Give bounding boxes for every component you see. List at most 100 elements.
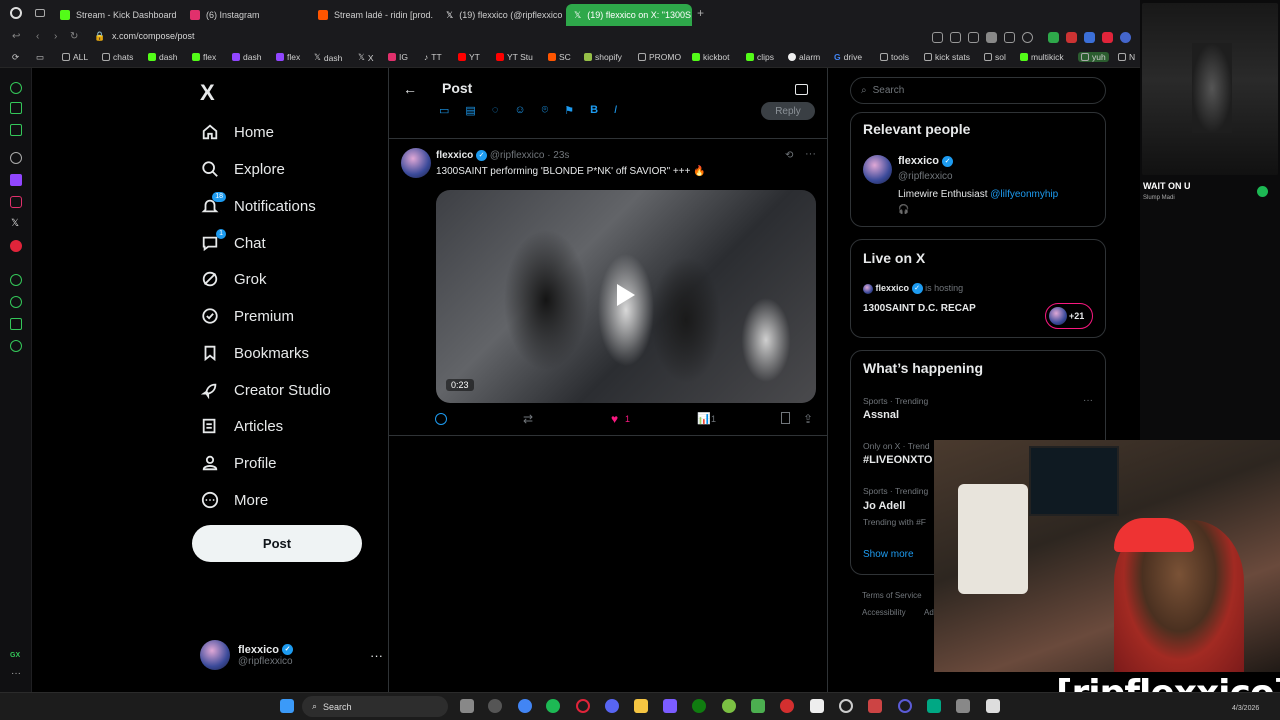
bookmark-promo[interactable]: PROMO: [638, 52, 681, 62]
grok-compose-icon[interactable]: ◌: [492, 104, 499, 118]
relevant-name[interactable]: flexxico: [898, 155, 939, 167]
bookmark-icon[interactable]: [781, 412, 790, 424]
zoom-icon[interactable]: [932, 32, 943, 43]
bookmark-all[interactable]: ALL: [62, 52, 88, 62]
nav-bookmarks[interactable]: Bookmarks: [200, 339, 309, 367]
bookmark-sync-icon[interactable]: ⟳: [12, 52, 19, 63]
trend-more-icon[interactable]: ···: [1083, 395, 1093, 406]
video-player[interactable]: 0:23: [436, 190, 816, 403]
app-white-icon[interactable]: [810, 699, 824, 713]
opera-gx-logo-icon[interactable]: [10, 7, 22, 19]
gx-music-icon[interactable]: [10, 124, 22, 136]
nav-home[interactable]: Home: [200, 118, 274, 146]
twitch-icon[interactable]: [10, 174, 22, 186]
bookmarks-folder-icon[interactable]: ▭: [36, 52, 44, 63]
bookmark-chats[interactable]: chats: [102, 52, 133, 62]
bookmark-tools[interactable]: tools: [880, 52, 909, 62]
play-icon[interactable]: [1004, 32, 1015, 43]
windows-start-icon[interactable]: [280, 699, 294, 713]
live-listeners[interactable]: +21: [1045, 303, 1093, 329]
search-field[interactable]: ⌕ Search: [850, 77, 1106, 104]
tab-soundcloud[interactable]: Stream ladé - ridin [prod.: [310, 4, 436, 26]
tweet-handle[interactable]: @ripflexxico: [490, 150, 545, 161]
nav-articles[interactable]: Articles: [200, 412, 283, 440]
forward-icon[interactable]: ›: [54, 31, 57, 42]
bookmark-sc[interactable]: SC: [548, 52, 571, 62]
footer-terms[interactable]: Terms of Service: [862, 591, 922, 600]
tweet-more-icon[interactable]: ···: [805, 148, 816, 160]
clock-icon[interactable]: [10, 296, 22, 308]
back-icon[interactable]: ‹: [36, 31, 39, 42]
extension-download-icon[interactable]: [1102, 32, 1113, 43]
app-image-icon[interactable]: [868, 699, 882, 713]
trend-name[interactable]: Assnal: [863, 409, 899, 421]
reply-icon[interactable]: [435, 413, 447, 425]
nav-profile[interactable]: Profile: [200, 449, 277, 477]
screenshot-icon[interactable]: [968, 32, 979, 43]
gx-nav-icon[interactable]: [10, 82, 22, 94]
app-green-icon[interactable]: [722, 699, 736, 713]
bookmark-yt-studio[interactable]: YT Stu: [496, 52, 533, 62]
gx-control-icon[interactable]: [10, 102, 22, 114]
app-red-icon[interactable]: [780, 699, 794, 713]
italic-icon[interactable]: I: [614, 104, 617, 118]
nav-grok[interactable]: Grok: [200, 265, 267, 293]
profile-avatar-icon[interactable]: [1120, 32, 1131, 43]
bookmark-n[interactable]: N: [1118, 52, 1135, 62]
file-explorer-icon[interactable]: [634, 699, 648, 713]
bookmark-x-dash[interactable]: 𝕏dash: [314, 52, 342, 63]
nav-chat[interactable]: 1 Chat: [200, 229, 266, 257]
x-sidebar-icon[interactable]: 𝕏: [11, 218, 19, 229]
tab-kick-dashboard[interactable]: Stream - Kick Dashboard: [52, 4, 180, 26]
live-on-x-card[interactable]: Live on X flexxico ✓ is hosting 1300SAIN…: [850, 239, 1106, 338]
gx-corner-icon[interactable]: GX: [10, 652, 20, 659]
bookmark-shopify[interactable]: shopify: [584, 52, 622, 62]
nav-premium[interactable]: Premium: [200, 302, 294, 330]
extension-blue-icon[interactable]: [1084, 32, 1095, 43]
bio-link[interactable]: @lilfyeonmyhip: [990, 189, 1058, 200]
bookmark-clips[interactable]: clips: [746, 52, 774, 62]
bookmark-sol[interactable]: sol: [984, 52, 1006, 62]
reply-button[interactable]: Reply: [761, 102, 815, 120]
red-app-icon[interactable]: [10, 240, 22, 252]
bookmark-drive[interactable]: Gdrive: [834, 52, 862, 62]
app-teal-icon[interactable]: [927, 699, 941, 713]
bookmark-alarm[interactable]: alarm: [788, 52, 820, 62]
app-obs-icon[interactable]: [986, 699, 1000, 713]
share-icon[interactable]: ⇪: [803, 412, 813, 426]
nav-more[interactable]: More: [200, 486, 268, 514]
play-icon[interactable]: [617, 284, 635, 306]
xbox-icon[interactable]: [692, 699, 706, 713]
instagram-icon[interactable]: [10, 196, 22, 208]
relevant-avatar[interactable]: [863, 155, 892, 184]
post-button[interactable]: Post: [192, 525, 362, 562]
settings-icon[interactable]: [488, 699, 502, 713]
tab-overview-icon[interactable]: [35, 9, 45, 17]
nav-creator-studio[interactable]: Creator Studio: [200, 376, 331, 404]
sidebar-more-icon[interactable]: ···: [11, 668, 21, 679]
settings-icon[interactable]: [10, 340, 22, 352]
taskbar-search[interactable]: ⌕ Search: [302, 696, 448, 717]
bold-icon[interactable]: B: [590, 104, 598, 118]
chatgpt-icon[interactable]: [10, 152, 22, 164]
emoji-icon[interactable]: ☺: [514, 104, 525, 118]
tweet-time[interactable]: · 23s: [547, 150, 569, 161]
tab-instagram[interactable]: (6) Instagram: [182, 4, 308, 26]
bookmark-tt[interactable]: ♪ TT: [424, 52, 442, 62]
tweet-author-name[interactable]: flexxico: [436, 150, 473, 161]
like-icon[interactable]: ♥: [611, 412, 618, 426]
chatgpt-taskbar-icon[interactable]: [839, 699, 853, 713]
show-more-link[interactable]: Show more: [863, 549, 914, 560]
gif-icon[interactable]: ▤: [465, 104, 475, 118]
footer-accessibility[interactable]: Accessibility: [862, 608, 906, 617]
bookmark-twitch-dash[interactable]: dash: [232, 52, 261, 62]
pin-icon[interactable]: [950, 32, 961, 43]
bookmark-twitch-flex[interactable]: flex: [276, 52, 300, 62]
bookmark-multikick[interactable]: multikick: [1020, 52, 1064, 62]
bookmark-kick-dash[interactable]: dash: [148, 52, 177, 62]
trend-name[interactable]: #LIVEONXTO: [863, 454, 932, 466]
new-tab-button[interactable]: +: [697, 6, 704, 20]
bookmark-yt[interactable]: YT: [458, 52, 480, 62]
account-switcher[interactable]: flexxico ✓ @ripflexxico ···: [200, 640, 383, 670]
tab-x-profile[interactable]: 𝕏 (19) flexxico (@ripflexxico: [438, 4, 564, 26]
